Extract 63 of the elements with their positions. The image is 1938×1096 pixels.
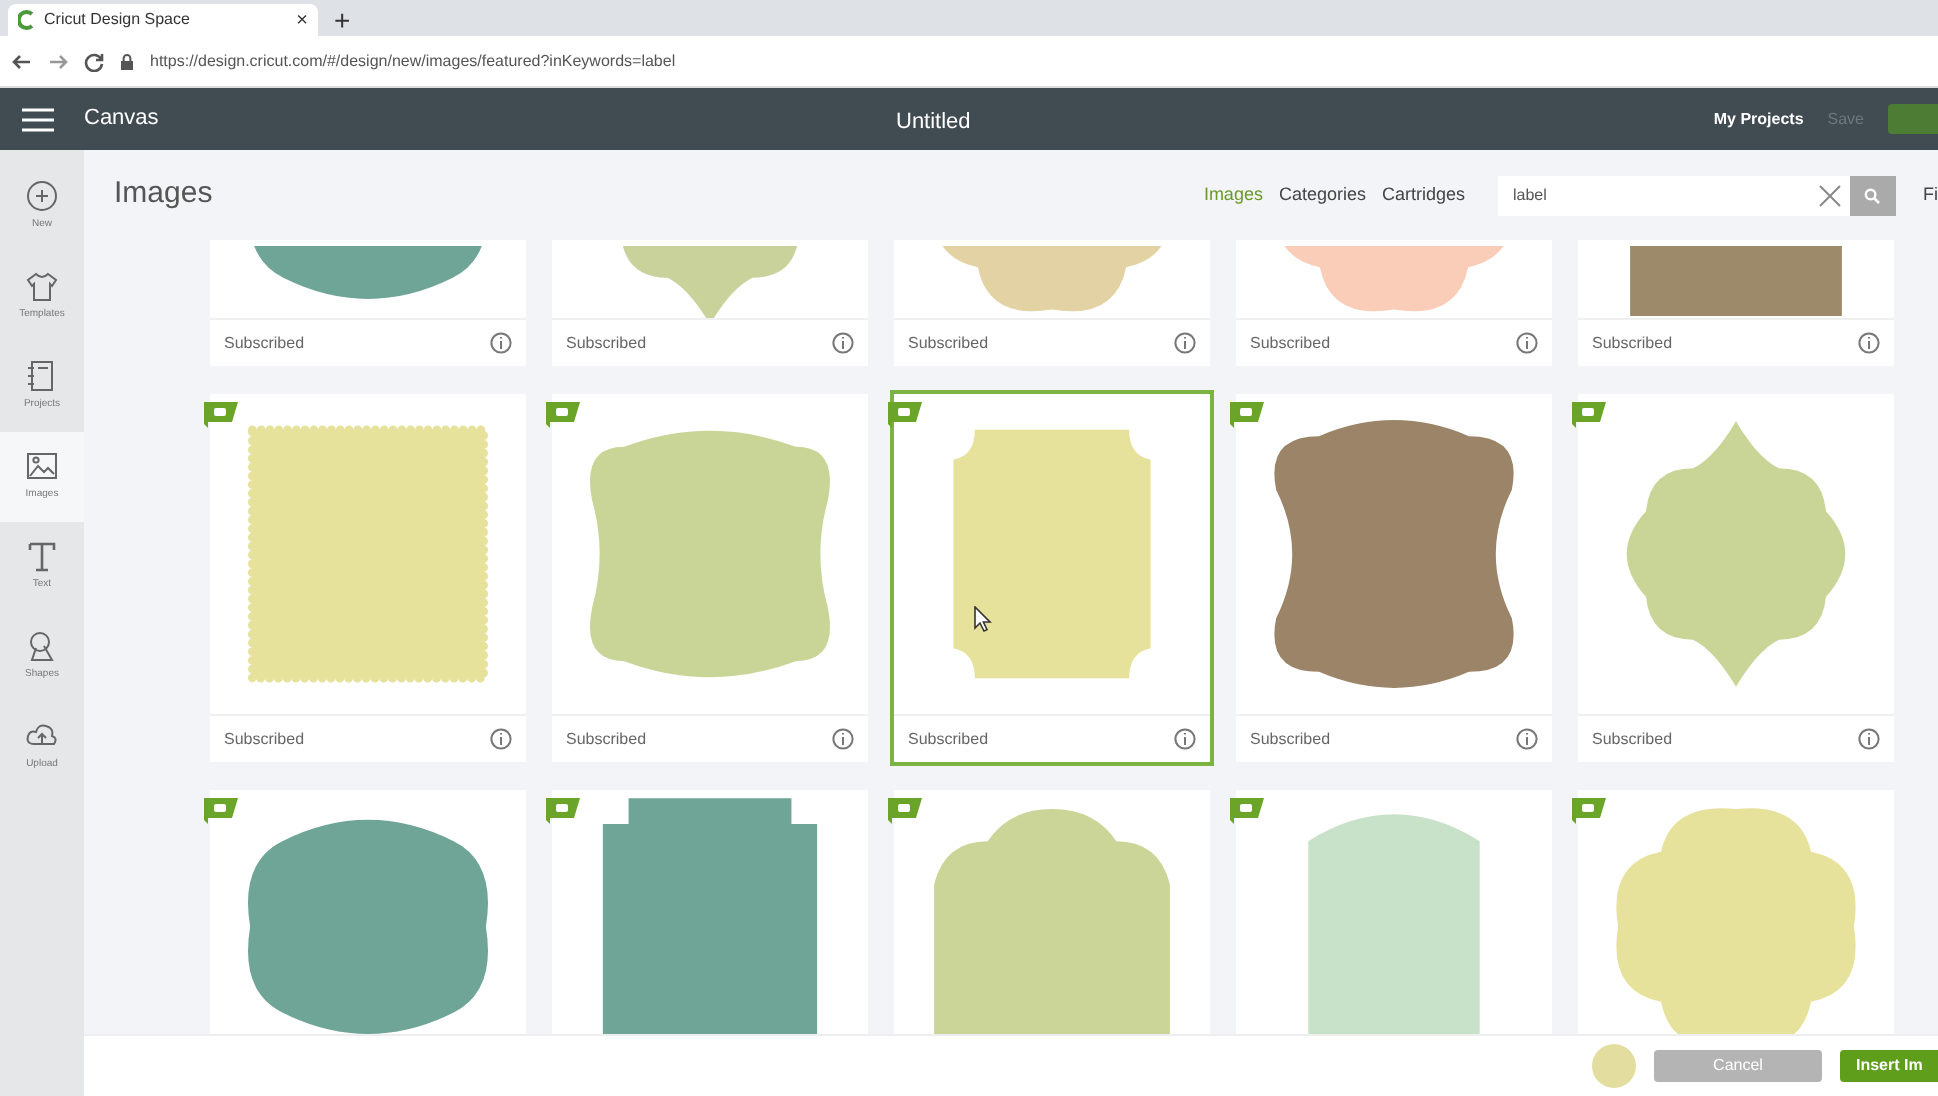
color-swatch[interactable] xyxy=(1592,1044,1636,1088)
plus-icon xyxy=(26,180,58,213)
close-tab-button[interactable]: × xyxy=(296,5,308,35)
card-status: Subscribed xyxy=(224,727,305,751)
panel-title: Images xyxy=(114,174,213,215)
card-status: Subscribed xyxy=(1250,331,1331,355)
filter-label: Fi xyxy=(1923,181,1938,208)
card-status: Subscribed xyxy=(566,331,647,355)
card-status: Subscribed xyxy=(1250,727,1331,751)
shapes-icon xyxy=(26,630,58,663)
shirt-icon xyxy=(26,270,58,303)
menu-icon xyxy=(22,107,54,131)
insert-button[interactable]: Insert Im xyxy=(1840,1050,1938,1082)
tab-title: Cricut Design Space xyxy=(44,8,192,32)
info-icon xyxy=(490,332,512,354)
filter-tab[interactable]: Categories xyxy=(1278,181,1366,209)
search-icon xyxy=(1864,187,1880,203)
card-status: Subscribed xyxy=(224,331,305,355)
info-icon xyxy=(1174,332,1196,354)
card-status: Subscribed xyxy=(1592,727,1673,751)
image-card[interactable]: Subscribed xyxy=(210,394,526,762)
image-card[interactable]: Subscribed xyxy=(1578,394,1894,762)
filter-tab[interactable]: Cartridges xyxy=(1381,181,1465,209)
info-icon xyxy=(1858,332,1880,354)
card-status: Subscribed xyxy=(566,727,647,751)
image-card[interactable]: Subscribed xyxy=(1236,394,1552,762)
image-card[interactable]: Subscribed xyxy=(552,394,868,762)
search-button[interactable] xyxy=(1849,175,1895,215)
search-field[interactable]: label xyxy=(1497,175,1849,215)
site-icon xyxy=(18,10,36,30)
document-title: Untitled xyxy=(896,108,971,138)
reload-icon xyxy=(84,51,104,71)
lock-icon xyxy=(120,53,134,69)
info-icon xyxy=(1858,728,1880,750)
browser-tab[interactable]: Cricut Design Space × xyxy=(8,4,318,36)
image-card[interactable]: Subscribed xyxy=(210,240,526,366)
canvas-label: Canvas xyxy=(84,104,159,135)
address-field[interactable]: https://design.cricut.com/#/design/new/images/featured?inKeywords=label xyxy=(150,49,676,73)
info-icon xyxy=(1516,332,1538,354)
info-icon xyxy=(832,728,854,750)
filter-tab[interactable]: Images xyxy=(1203,181,1263,209)
card-status: Subscribed xyxy=(1592,331,1673,355)
image-icon xyxy=(26,450,58,483)
info-icon xyxy=(832,332,854,354)
notebook-icon xyxy=(26,360,58,393)
info-icon xyxy=(1174,728,1196,750)
image-card[interactable]: Subscribed xyxy=(552,240,868,366)
info-icon xyxy=(490,728,512,750)
card-status: Subscribed xyxy=(908,727,989,751)
new-tab-button[interactable]: + xyxy=(334,4,351,36)
my-projects-link[interactable]: My Projects xyxy=(1713,107,1804,131)
info-icon xyxy=(1516,728,1538,750)
cursor-icon xyxy=(974,606,992,632)
header-action-button[interactable] xyxy=(1888,104,1938,134)
back-icon xyxy=(12,51,32,71)
image-card[interactable]: Subscribed xyxy=(894,240,1210,366)
card-status: Subscribed xyxy=(908,331,989,355)
image-card[interactable]: Subscribed xyxy=(1236,240,1552,366)
letter-icon xyxy=(26,540,58,573)
clear-icon xyxy=(1817,183,1841,207)
image-card[interactable]: Subscribed xyxy=(894,394,1210,762)
forward-icon xyxy=(48,51,68,71)
image-card[interactable]: Subscribed xyxy=(1578,240,1894,366)
